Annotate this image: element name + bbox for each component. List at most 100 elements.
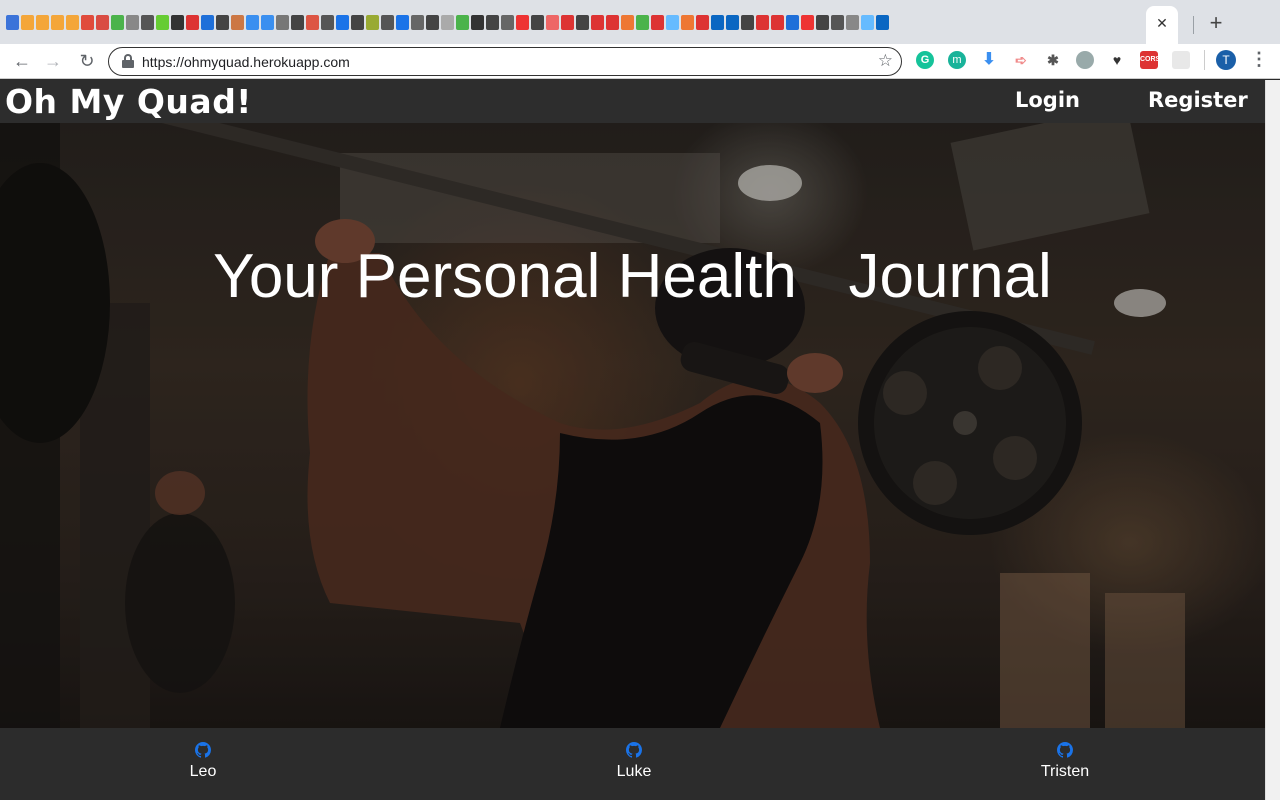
back-arrow-icon[interactable]: ← <box>11 50 33 72</box>
tab-favicon[interactable] <box>771 15 784 31</box>
bookmark-star-icon[interactable]: ☆ <box>878 51 893 71</box>
tab-favicon[interactable] <box>36 15 49 31</box>
bug-extension-icon[interactable]: ✱ <box>1044 51 1062 69</box>
tab-favicon[interactable] <box>726 15 739 31</box>
github-icon <box>1057 742 1073 758</box>
tab-favicon[interactable] <box>801 15 814 31</box>
login-link[interactable]: Login <box>1015 88 1080 112</box>
site-logo[interactable]: Oh My Quad! <box>5 82 252 121</box>
tab-favicon[interactable] <box>861 15 874 31</box>
grammarly-extension-icon[interactable]: G <box>916 51 934 69</box>
tab-favicon[interactable] <box>81 15 94 31</box>
tab-favicon[interactable] <box>231 15 244 31</box>
tab-favicon[interactable] <box>186 15 199 31</box>
weightlifter-background-image <box>0 123 1265 728</box>
tab-favicon[interactable] <box>696 15 709 31</box>
github-icon <box>626 742 642 758</box>
tab-favicon[interactable] <box>396 15 409 31</box>
tab-favicon[interactable] <box>786 15 799 31</box>
mercury-extension-icon[interactable]: m <box>948 51 966 69</box>
tab-favicon[interactable] <box>621 15 634 31</box>
tab-favicon[interactable] <box>546 15 559 31</box>
tab-favicon[interactable] <box>516 15 529 31</box>
lock-icon[interactable] <box>121 54 135 68</box>
pocket-extension-icon[interactable]: ➪ <box>1012 51 1030 69</box>
tab-favicon[interactable] <box>561 15 574 31</box>
hero-banner: Your Personal Health Journal <box>0 123 1265 728</box>
page-scrollbar[interactable] <box>1265 80 1280 800</box>
tab-favicon[interactable] <box>216 15 229 31</box>
forward-arrow-icon[interactable]: → <box>42 50 64 72</box>
tab-favicon[interactable] <box>306 15 319 31</box>
tab-favicon[interactable] <box>171 15 184 31</box>
new-tab-icon[interactable]: + <box>1206 12 1226 34</box>
developer-name[interactable]: Luke <box>574 763 694 781</box>
download-extension-icon[interactable]: ⬇ <box>980 51 998 69</box>
tab-favicon[interactable] <box>681 15 694 31</box>
active-tab[interactable]: ✕ <box>1146 6 1178 44</box>
tab-favicon[interactable] <box>276 15 289 31</box>
tab-favicon[interactable] <box>291 15 304 31</box>
developer-link-tristen[interactable]: Tristen <box>1005 742 1125 781</box>
tab-favicon[interactable] <box>321 15 334 31</box>
profile-avatar[interactable]: T <box>1216 50 1236 70</box>
developer-name[interactable]: Tristen <box>1005 763 1125 781</box>
github-icon <box>195 742 211 758</box>
tab-favicon[interactable] <box>846 15 859 31</box>
tab-favicon[interactable] <box>651 15 664 31</box>
cors-extension-icon[interactable]: CORS <box>1140 51 1160 69</box>
tab-favicon[interactable] <box>411 15 424 31</box>
tab-favicon[interactable] <box>441 15 454 31</box>
tab-favicon[interactable] <box>351 15 364 31</box>
tab-favicon[interactable] <box>21 15 34 31</box>
pinned-tab-favicons[interactable] <box>6 14 1142 34</box>
site-footer: Leo Luke Tristen <box>0 728 1265 800</box>
tab-favicon[interactable] <box>591 15 604 31</box>
tab-favicon[interactable] <box>741 15 754 31</box>
url-text[interactable]: https://ohmyquad.herokuapp.com <box>142 54 350 70</box>
web-page: Oh My Quad! Login Register Your Personal… <box>0 80 1265 800</box>
tab-favicon[interactable] <box>486 15 499 31</box>
hero-title: Your Personal Health Journal <box>213 242 1052 311</box>
tab-favicon[interactable] <box>126 15 139 31</box>
tab-favicon[interactable] <box>426 15 439 31</box>
close-tab-icon[interactable]: ✕ <box>1155 16 1169 30</box>
tab-favicon[interactable] <box>381 15 394 31</box>
tab-favicon[interactable] <box>501 15 514 31</box>
tab-favicon[interactable] <box>6 15 19 31</box>
tab-favicon[interactable] <box>66 15 79 31</box>
toolbar-separator <box>1204 50 1205 70</box>
tab-favicon[interactable] <box>636 15 649 31</box>
register-link[interactable]: Register <box>1148 88 1248 112</box>
tab-favicon[interactable] <box>141 15 154 31</box>
tab-favicon[interactable] <box>156 15 169 31</box>
tab-favicon[interactable] <box>471 15 484 31</box>
developer-link-leo[interactable]: Leo <box>143 742 263 781</box>
developer-link-luke[interactable]: Luke <box>574 742 694 781</box>
tab-favicon[interactable] <box>606 15 619 31</box>
tab-favicon[interactable] <box>831 15 844 31</box>
pulse-extension-icon[interactable]: ♥ <box>1108 51 1126 69</box>
tab-favicon[interactable] <box>96 15 109 31</box>
tab-favicon[interactable] <box>261 15 274 31</box>
blank-extension-icon[interactable] <box>1172 51 1190 69</box>
tab-favicon[interactable] <box>366 15 379 31</box>
tab-favicon[interactable] <box>576 15 589 31</box>
tab-favicon[interactable] <box>111 15 124 31</box>
ghost-extension-icon[interactable] <box>1076 51 1094 69</box>
address-bar[interactable]: https://ohmyquad.herokuapp.com ☆ <box>108 47 902 76</box>
tab-favicon[interactable] <box>246 15 259 31</box>
tab-favicon[interactable] <box>201 15 214 31</box>
tab-favicon[interactable] <box>711 15 724 31</box>
tab-favicon[interactable] <box>756 15 769 31</box>
reload-icon[interactable]: ↻ <box>76 50 98 72</box>
tab-favicon[interactable] <box>876 15 889 31</box>
tab-favicon[interactable] <box>666 15 679 31</box>
tab-favicon[interactable] <box>531 15 544 31</box>
tab-favicon[interactable] <box>336 15 349 31</box>
browser-menu-icon[interactable]: ⋮ <box>1250 48 1268 70</box>
developer-name[interactable]: Leo <box>143 763 263 781</box>
tab-favicon[interactable] <box>816 15 829 31</box>
tab-favicon[interactable] <box>51 15 64 31</box>
tab-favicon[interactable] <box>456 15 469 31</box>
